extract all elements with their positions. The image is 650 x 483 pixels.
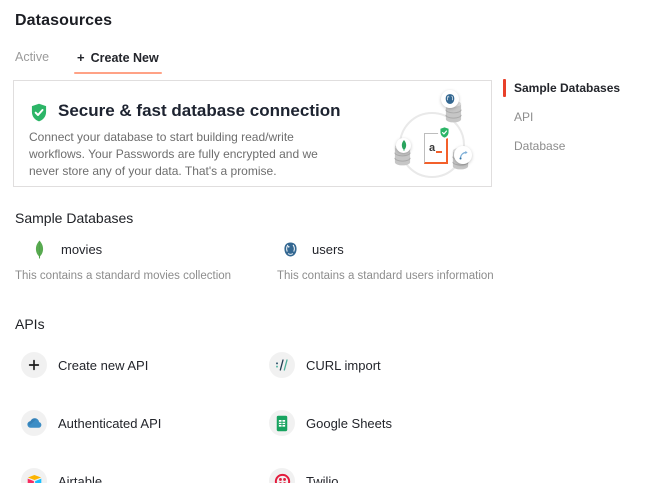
nav-item-api[interactable]: API: [503, 107, 620, 127]
db-description: This contains a standard users informati…: [277, 270, 527, 282]
airtable-icon: [21, 468, 47, 483]
tab-create-new[interactable]: + Create New: [74, 50, 162, 74]
section-nav: Sample Databases API Database: [503, 78, 620, 165]
mongodb-icon: [27, 240, 51, 259]
api-item-label: Authenticated API: [58, 416, 161, 431]
database-connection-illustration: a: [384, 81, 493, 188]
banner-description: Connect your database to start building …: [29, 129, 334, 180]
shield-check-icon: [29, 102, 49, 123]
nav-item-database[interactable]: Database: [503, 136, 620, 156]
tab-bar: Active + Create New: [15, 50, 162, 74]
api-item-airtable[interactable]: Airtable: [21, 452, 269, 483]
mongodb-icon: [396, 138, 411, 153]
api-item-label: Google Sheets: [306, 416, 392, 431]
tab-active[interactable]: Active: [15, 50, 49, 64]
banner-title: Secure & fast database connection: [58, 101, 340, 121]
editor-cursor: [436, 151, 442, 153]
api-item-label: Twilio: [306, 474, 339, 483]
cloud-icon: [21, 410, 47, 436]
sample-db-movies-card[interactable]: movies This contains a standard movies c…: [15, 236, 265, 282]
api-item-google-sheets[interactable]: Google Sheets: [269, 394, 517, 452]
tab-create-new-label: Create New: [91, 51, 159, 65]
api-item-label: CURL import: [306, 358, 381, 373]
google-sheets-icon: [269, 410, 295, 436]
nav-item-sample-databases[interactable]: Sample Databases: [503, 78, 620, 98]
api-item-label: Airtable: [58, 474, 102, 483]
plus-icon: +: [77, 50, 85, 65]
nav-item-label: Sample Databases: [514, 81, 620, 95]
api-item-label: Create new API: [58, 358, 148, 373]
api-item-authenticated-api[interactable]: Authenticated API: [21, 394, 269, 452]
editor-glyph: a: [429, 142, 435, 154]
api-item-twilio[interactable]: Twilio: [269, 452, 517, 483]
illustration-node-api: [451, 146, 470, 171]
shield-check-badge-icon: [438, 126, 451, 139]
active-marker: [503, 79, 506, 97]
page-title: Datasources: [15, 12, 112, 30]
postgresql-icon: [441, 90, 459, 108]
api-curve-icon: [454, 146, 472, 164]
secure-connection-banner: Secure & fast database connection Connec…: [13, 80, 492, 187]
api-grid: Create new API CURL import Authentic: [21, 336, 521, 483]
nav-item-label: Database: [514, 139, 565, 153]
postgresql-icon: [278, 241, 302, 258]
illustration-node-mongodb: [393, 142, 412, 167]
db-name: movies: [61, 242, 102, 257]
db-description: This contains a standard movies collecti…: [15, 270, 265, 282]
sample-databases-heading: Sample Databases: [15, 210, 133, 226]
plus-icon: [21, 352, 47, 378]
sample-db-users-card[interactable]: users This contains a standard users inf…: [277, 236, 527, 282]
nav-item-label: API: [514, 110, 533, 124]
api-item-create-new[interactable]: Create new API: [21, 336, 269, 394]
api-item-curl-import[interactable]: CURL import: [269, 336, 517, 394]
twilio-icon: [269, 468, 295, 483]
db-name: users: [312, 242, 344, 257]
illustration-node-postgres: [444, 99, 463, 124]
datasources-page: Datasources Active + Create New Secure & …: [0, 0, 650, 483]
curl-icon: [269, 352, 295, 378]
tab-selected-underline: [74, 72, 162, 74]
apis-heading: APIs: [15, 316, 45, 332]
